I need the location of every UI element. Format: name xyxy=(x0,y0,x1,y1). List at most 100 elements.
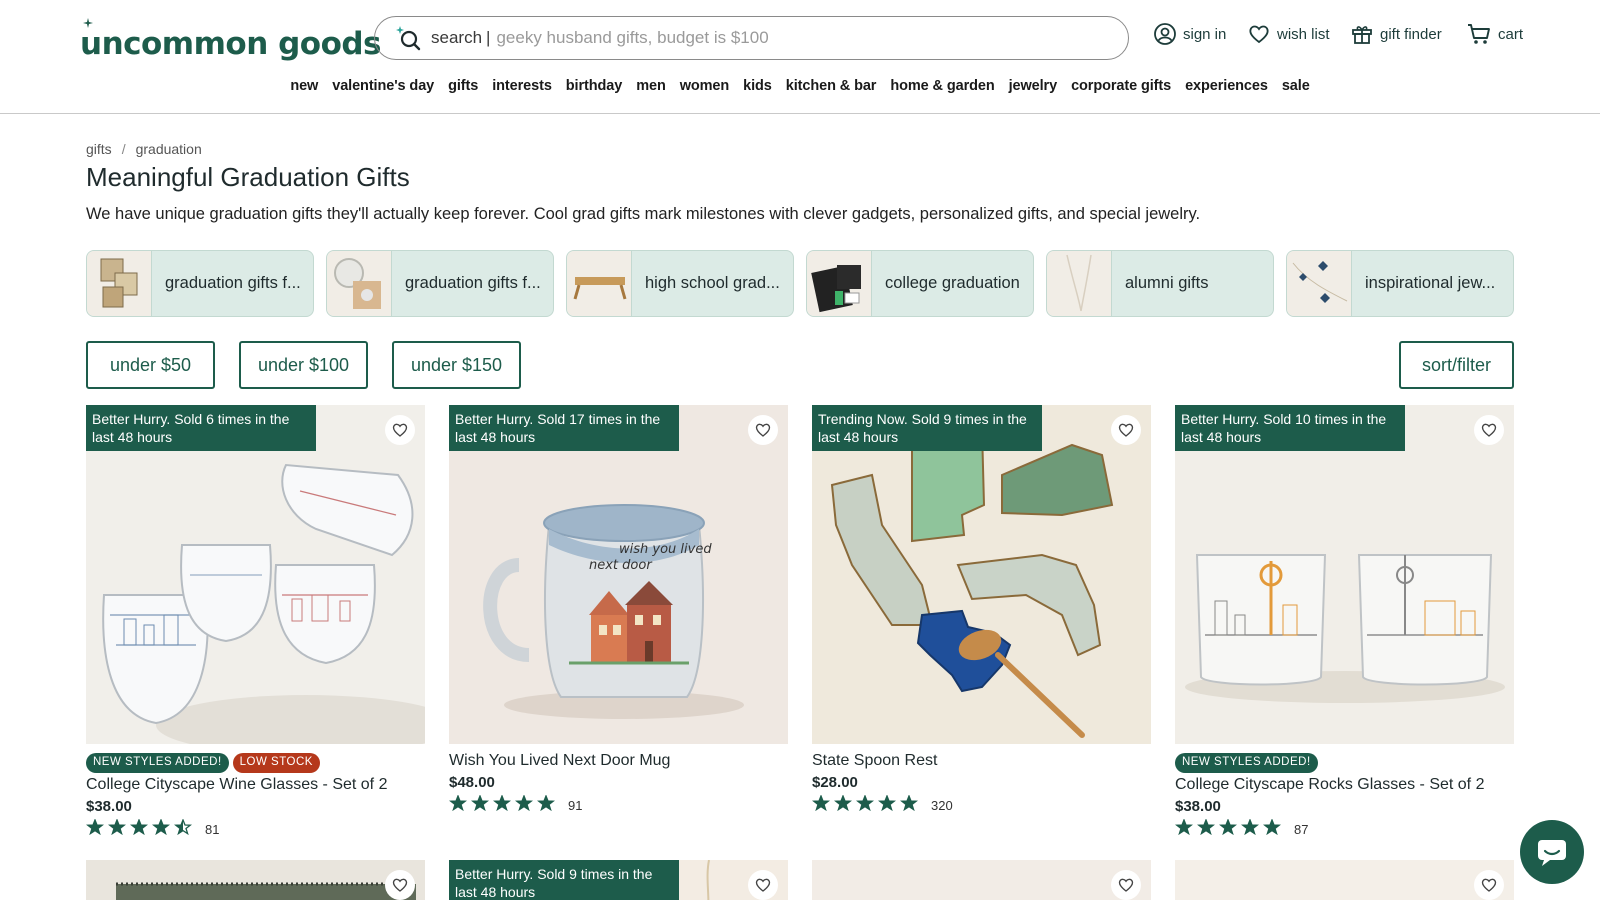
chat-icon xyxy=(1538,840,1566,866)
page-description: We have unique graduation gifts they'll … xyxy=(86,205,1201,223)
wish-list-link[interactable]: wish list xyxy=(1247,22,1330,46)
star-rating xyxy=(86,818,196,840)
product-image-mug[interactable]: wish you lived next door Better Hurry. S… xyxy=(449,405,788,744)
product-rating: 81 xyxy=(86,818,425,840)
gift-finder-link[interactable]: gift finder xyxy=(1350,22,1442,46)
filter-under-150[interactable]: under $150 xyxy=(392,341,521,389)
search-icon xyxy=(396,26,421,51)
logo[interactable]: uncommon goods xyxy=(80,16,382,62)
heart-icon xyxy=(1249,25,1269,44)
star-icon xyxy=(856,794,874,812)
star-icon xyxy=(515,794,533,812)
nav-item-experiences[interactable]: experiences xyxy=(1178,78,1275,94)
account-icon xyxy=(1154,23,1176,45)
favorite-button[interactable] xyxy=(385,870,415,900)
product-card[interactable]: Better Hurry. Sold 10 times in the last … xyxy=(1175,405,1514,840)
breadcrumb-graduation[interactable]: graduation xyxy=(136,141,202,157)
sign-in-link[interactable]: sign in xyxy=(1153,22,1226,46)
urgency-badge: Better Hurry. Sold 17 times in the last … xyxy=(449,405,679,451)
breadcrumb-gifts[interactable]: gifts xyxy=(86,141,112,157)
favorite-button[interactable] xyxy=(1111,870,1141,900)
heart-outline-icon xyxy=(1481,878,1497,892)
filter-under-100[interactable]: under $100 xyxy=(239,341,368,389)
nav-item-home-garden[interactable]: home & garden xyxy=(883,78,1001,94)
chat-button[interactable] xyxy=(1520,820,1584,884)
review-count: 91 xyxy=(568,798,583,813)
nav-item-interests[interactable]: interests xyxy=(485,78,559,94)
search-bar[interactable]: search | xyxy=(374,16,1129,60)
category-chip[interactable]: graduation gifts f... xyxy=(86,250,314,317)
product-card-next-row[interactable]: Better Hurry. Sold 9 times in the last 4… xyxy=(449,860,788,900)
breadcrumb: gifts / graduation xyxy=(86,141,202,157)
nav-item-valentines-day[interactable]: valentine's day xyxy=(325,78,441,94)
product-card[interactable]: wish you lived next door Better Hurry. S… xyxy=(449,405,788,816)
nav-item-sale[interactable]: sale xyxy=(1275,78,1317,94)
heart-outline-icon xyxy=(755,423,771,437)
product-card[interactable]: Trending Now. Sold 9 times in the last 4… xyxy=(812,405,1151,816)
category-chip[interactable]: high school grad... xyxy=(566,250,794,317)
favorite-button[interactable] xyxy=(385,415,415,445)
product-name[interactable]: Wish You Lived Next Door Mug xyxy=(449,752,788,770)
category-chip[interactable]: college graduation xyxy=(806,250,1034,317)
favorite-button[interactable] xyxy=(1474,870,1504,900)
nav-item-kids[interactable]: kids xyxy=(736,78,779,94)
product-image-wine-glasses[interactable]: Better Hurry. Sold 6 times in the last 4… xyxy=(86,405,425,744)
sort-filter-button[interactable]: sort/filter xyxy=(1399,341,1514,389)
product-name[interactable]: College Cityscape Wine Glasses - Set of … xyxy=(86,776,425,794)
nav-item-birthday[interactable]: birthday xyxy=(559,78,629,94)
cart-link[interactable]: cart xyxy=(1466,22,1523,46)
product-price: $38.00 xyxy=(86,798,132,815)
category-label: high school grad... xyxy=(645,274,780,292)
product-card-next-row[interactable] xyxy=(86,860,425,900)
heart-outline-icon xyxy=(1481,423,1497,437)
nav-item-gifts[interactable]: gifts xyxy=(441,78,485,94)
nav-item-men[interactable]: men xyxy=(629,78,673,94)
mug-text-line-2: next door xyxy=(589,558,653,573)
logo-spark-icon xyxy=(83,18,93,28)
product-card[interactable]: Better Hurry. Sold 6 times in the last 4… xyxy=(86,405,425,840)
nav-item-corporate-gifts[interactable]: corporate gifts xyxy=(1064,78,1178,94)
category-label: alumni gifts xyxy=(1125,274,1209,292)
logo-text: uncommon goods xyxy=(80,26,382,62)
review-count: 81 xyxy=(205,822,220,837)
review-count: 320 xyxy=(931,798,953,813)
favorite-button[interactable] xyxy=(1111,415,1141,445)
product-name[interactable]: State Spoon Rest xyxy=(812,752,1151,770)
urgency-badge: Better Hurry. Sold 9 times in the last 4… xyxy=(449,860,679,900)
cart-label: cart xyxy=(1498,25,1524,43)
heart-outline-icon xyxy=(1118,878,1134,892)
wish-list-label: wish list xyxy=(1277,25,1330,43)
category-thumbnail xyxy=(807,251,872,316)
heart-outline-icon xyxy=(755,878,771,892)
category-label: graduation gifts f... xyxy=(165,274,301,292)
product-name[interactable]: College Cityscape Rocks Glasses - Set of… xyxy=(1175,776,1514,794)
product-image-spoon-rest[interactable]: Trending Now. Sold 9 times in the last 4… xyxy=(812,405,1151,744)
product-card-next-row[interactable] xyxy=(1175,860,1514,900)
category-chip[interactable]: alumni gifts xyxy=(1046,250,1274,317)
filter-under-50[interactable]: under $50 xyxy=(86,341,215,389)
low-stock-tag: LOW STOCK xyxy=(232,753,320,773)
favorite-button[interactable] xyxy=(748,870,778,900)
star-icon xyxy=(1219,818,1237,836)
search-input[interactable] xyxy=(496,28,1057,48)
favorite-button[interactable] xyxy=(1474,415,1504,445)
main-nav: new valentine's day gifts interests birt… xyxy=(0,78,1600,94)
star-icon xyxy=(449,794,467,812)
product-card-next-row[interactable] xyxy=(812,860,1151,900)
category-chip[interactable]: graduation gifts f... xyxy=(326,250,554,317)
product-image-rocks-glasses[interactable]: Better Hurry. Sold 10 times in the last … xyxy=(1175,405,1514,744)
category-chip[interactable]: inspirational jew... xyxy=(1286,250,1514,317)
category-thumbnail xyxy=(327,251,392,316)
star-icon xyxy=(537,794,555,812)
nav-item-women[interactable]: women xyxy=(673,78,736,94)
nav-item-new[interactable]: new xyxy=(283,78,325,94)
nav-item-jewelry[interactable]: jewelry xyxy=(1002,78,1064,94)
heart-outline-icon xyxy=(1118,423,1134,437)
category-thumbnail xyxy=(567,251,632,316)
urgency-badge: Trending Now. Sold 9 times in the last 4… xyxy=(812,405,1042,451)
category-thumbnail xyxy=(1287,251,1352,316)
nav-item-kitchen-bar[interactable]: kitchen & bar xyxy=(779,78,884,94)
review-count: 87 xyxy=(1294,822,1309,837)
star-icon xyxy=(1263,818,1281,836)
favorite-button[interactable] xyxy=(748,415,778,445)
